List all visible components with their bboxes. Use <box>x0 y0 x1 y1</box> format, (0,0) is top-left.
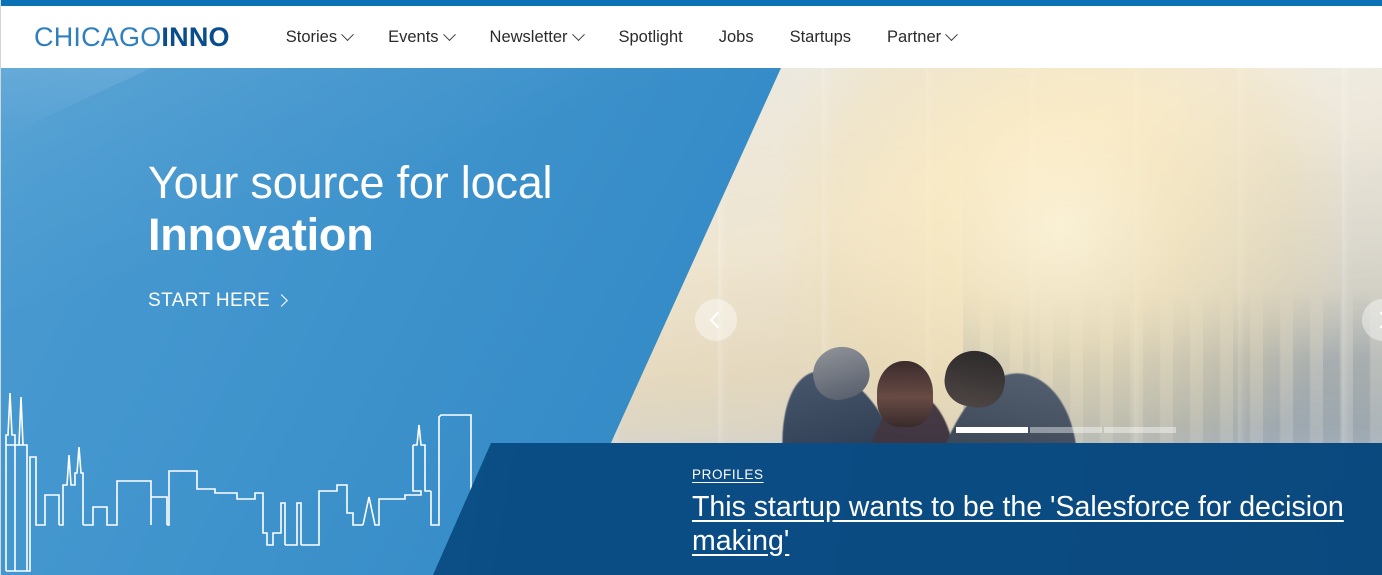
slide-indicator-2[interactable] <box>1030 427 1102 433</box>
nav-item-startups[interactable]: Startups <box>772 29 869 46</box>
carousel-prev-button[interactable] <box>695 299 737 341</box>
slide-indicator-3[interactable] <box>1104 427 1176 433</box>
main-navigation: Stories Events Newsletter Spotlight Jobs… <box>285 27 974 46</box>
slide-indicator-1[interactable] <box>956 427 1028 433</box>
chevron-down-icon <box>341 27 354 41</box>
hero-copy: Your source for local Innovation START H… <box>148 157 553 312</box>
nav-label-events: Events <box>388 27 439 46</box>
chevron-down-icon <box>945 27 959 41</box>
start-here-label: START HERE <box>148 290 271 312</box>
logo-text-inno: INNO <box>161 21 230 52</box>
nav-item-jobs[interactable]: Jobs <box>701 29 772 46</box>
nav-item-events[interactable]: Events <box>370 27 471 46</box>
nav-label-newsletter: Newsletter <box>489 27 568 46</box>
nav-label-partner: Partner <box>887 27 942 46</box>
featured-story-content: PROFILES This startup wants to be the 'S… <box>692 466 1372 558</box>
nav-label-spotlight: Spotlight <box>618 27 683 46</box>
nav-item-newsletter[interactable]: Newsletter <box>472 27 601 46</box>
chevron-right-icon <box>275 294 289 308</box>
nav-item-spotlight[interactable]: Spotlight <box>601 29 701 46</box>
featured-headline-link[interactable]: This startup wants to be the 'Salesforce… <box>692 491 1372 558</box>
chevron-down-icon <box>571 27 585 41</box>
chevron-down-icon <box>442 27 456 41</box>
logo-text-chicago: CHICAGO <box>34 21 162 52</box>
featured-category-link[interactable]: PROFILES <box>692 467 764 482</box>
hero-title-line-1: Your source for local <box>148 157 553 208</box>
hero-carousel: Your source for local Innovation START H… <box>1 68 1382 575</box>
site-header: CHICAGOINNO Stories Events Newsletter Sp… <box>1 6 1382 68</box>
nav-label-jobs: Jobs <box>718 27 754 46</box>
chevron-left-icon <box>709 311 727 329</box>
nav-label-stories: Stories <box>285 27 338 46</box>
nav-item-stories[interactable]: Stories <box>285 27 370 46</box>
chevron-right-icon <box>1372 311 1382 329</box>
start-here-link[interactable]: START HERE <box>148 290 289 312</box>
carousel-slide-indicators <box>956 427 1176 433</box>
page-root: CHICAGOINNO Stories Events Newsletter Sp… <box>0 0 1382 575</box>
site-logo[interactable]: CHICAGOINNO <box>34 21 230 52</box>
nav-label-startups: Startups <box>789 27 852 46</box>
hero-title-line-2: Innovation <box>148 209 374 261</box>
nav-item-partner[interactable]: Partner <box>869 27 974 46</box>
